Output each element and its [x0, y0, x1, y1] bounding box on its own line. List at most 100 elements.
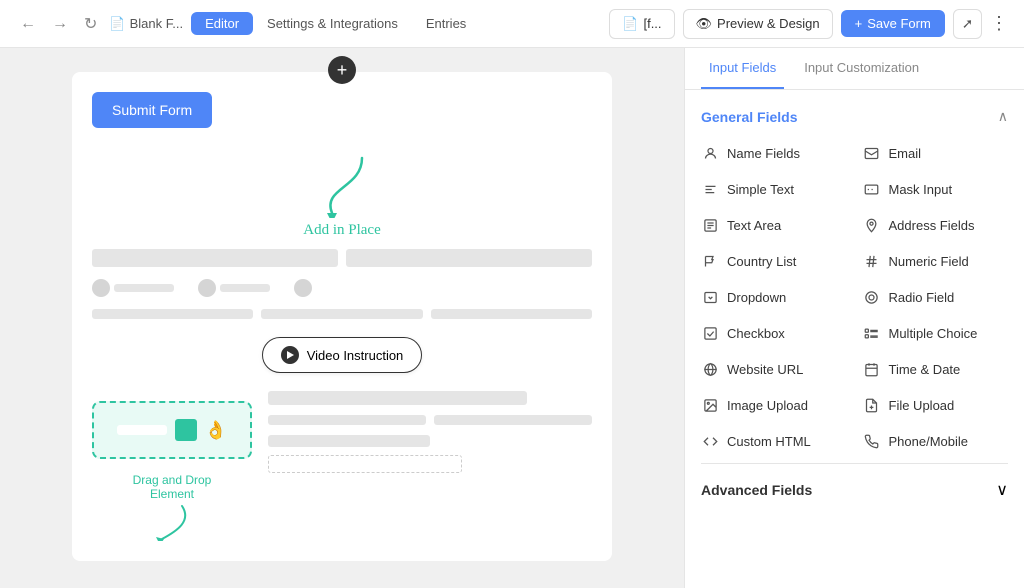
field-checkbox[interactable]: Checkbox: [693, 315, 855, 351]
arrow-svg: [282, 148, 402, 218]
file-small-icon: 📄: [622, 16, 638, 32]
tab-settings[interactable]: Settings & Integrations: [253, 12, 412, 35]
submit-form-button[interactable]: Submit Form: [92, 92, 212, 128]
dropdown-icon: [701, 288, 719, 306]
html-icon: [701, 432, 719, 450]
file-name: 📄 Blank F...: [109, 16, 183, 32]
bottom-section: 👌 Drag and Drop Element: [92, 391, 592, 541]
mock-field-2: [346, 249, 592, 267]
video-instruction-button[interactable]: Video Instruction: [262, 337, 423, 373]
field-website[interactable]: Website URL: [693, 351, 855, 387]
tab-input-fields[interactable]: Input Fields: [701, 48, 784, 89]
breadcrumb-button[interactable]: 📄 [f...: [609, 9, 674, 39]
field-address[interactable]: Address Fields: [855, 207, 1017, 243]
more-button[interactable]: ⋮: [990, 13, 1008, 34]
save-button[interactable]: + Save Form: [841, 10, 945, 37]
reload-button[interactable]: ↻: [80, 10, 101, 38]
field-custom-html[interactable]: Custom HTML: [693, 423, 855, 459]
drag-green-element: [175, 419, 197, 441]
field-numeric[interactable]: Numeric Field: [855, 243, 1017, 279]
expand-button[interactable]: ➚: [953, 9, 982, 39]
editor-area: + Submit Form Add in Place: [0, 48, 684, 588]
play-triangle: [287, 351, 294, 359]
drag-inner: 👌: [117, 419, 227, 441]
field-radio[interactable]: Radio Field: [855, 279, 1017, 315]
mock-icon-1: [92, 279, 110, 297]
mock-small-2: [261, 309, 422, 319]
field-email[interactable]: Email: [855, 135, 1017, 171]
play-icon: [281, 346, 299, 364]
image-icon: [701, 396, 719, 414]
field-file-upload[interactable]: File Upload: [855, 387, 1017, 423]
field-dropdown[interactable]: Dropdown: [693, 279, 855, 315]
plus-icon: +: [855, 16, 863, 31]
mock-wide-1: [268, 391, 527, 405]
field-name-fields[interactable]: Name Fields: [693, 135, 855, 171]
mock-text-2: [220, 284, 270, 292]
main-layout: + Submit Form Add in Place: [0, 48, 1024, 588]
advanced-fields-title: Advanced Fields: [701, 482, 812, 498]
field-image-upload[interactable]: Image Upload: [693, 387, 855, 423]
mock-icon-3: [294, 279, 312, 297]
preview-button[interactable]: 👁 Preview & Design: [683, 9, 833, 39]
mask-icon: [863, 180, 881, 198]
video-button-wrapper: Video Instruction: [92, 327, 592, 383]
mock-icon-row: [92, 275, 592, 301]
mock-field-1: [92, 249, 338, 267]
tab-entries[interactable]: Entries: [412, 12, 480, 35]
section-divider: [701, 463, 1008, 464]
right-panel: Input Fields Input Customization General…: [684, 48, 1024, 588]
general-fields-title: General Fields: [701, 109, 797, 125]
mock-col-1: [268, 415, 426, 425]
email-icon: [863, 144, 881, 162]
tab-editor[interactable]: Editor: [191, 12, 253, 35]
drag-label: Drag and Drop Element: [133, 473, 212, 501]
textarea-icon: [701, 216, 719, 234]
drag-section: 👌 Drag and Drop Element: [92, 391, 252, 541]
add-in-place-label: Add in Place: [303, 222, 380, 239]
calendar-icon: [863, 360, 881, 378]
phone-icon: [863, 432, 881, 450]
fields-grid: Name Fields Email Simple Text: [685, 135, 1024, 459]
field-mask-input[interactable]: Mask Input: [855, 171, 1017, 207]
add-field-button[interactable]: +: [328, 56, 356, 84]
radio-icon: [863, 288, 881, 306]
field-multiple-choice[interactable]: Multiple Choice: [855, 315, 1017, 351]
field-phone[interactable]: Phone/Mobile: [855, 423, 1017, 459]
field-country-list[interactable]: Country List: [693, 243, 855, 279]
checkbox-icon: [701, 324, 719, 342]
mock-icon-2: [198, 279, 216, 297]
field-simple-text[interactable]: Simple Text: [693, 171, 855, 207]
topbar-left: ← → ↻ 📄 Blank F... Editor Settings & Int…: [16, 10, 480, 38]
eye-icon: 👁: [696, 16, 713, 32]
add-in-place-area: Add in Place: [92, 148, 592, 239]
forward-button[interactable]: →: [48, 11, 72, 37]
mock-form-fields: [92, 249, 592, 319]
website-icon: [701, 360, 719, 378]
advanced-fields-section[interactable]: Advanced Fields ∨: [685, 468, 1024, 512]
mock-bottom-fields: [268, 435, 592, 473]
mock-small-3: [431, 309, 592, 319]
file-icon: 📄: [109, 16, 125, 32]
tab-input-customization[interactable]: Input Customization: [796, 48, 927, 89]
drag-drop-area[interactable]: 👌: [92, 401, 252, 459]
topbar-right: 📄 [f... 👁 Preview & Design + Save Form ➚…: [609, 9, 1008, 39]
mock-row-2: [92, 309, 592, 319]
mock-bottom-1: [268, 435, 430, 447]
mock-row-1: [92, 249, 592, 267]
mock-row-3: [268, 415, 592, 425]
flag-icon: [701, 252, 719, 270]
drag-arrow-svg: [142, 501, 202, 541]
mock-dashed: [268, 455, 462, 473]
field-datetime[interactable]: Time & Date: [855, 351, 1017, 387]
panel-body: General Fields ∧ Name Fields Email: [685, 90, 1024, 588]
panel-tabs: Input Fields Input Customization: [685, 48, 1024, 90]
drag-cursor-icon: 👌: [205, 420, 227, 441]
field-text-area[interactable]: Text Area: [693, 207, 855, 243]
topbar: ← → ↻ 📄 Blank F... Editor Settings & Int…: [0, 0, 1024, 48]
collapse-icon: ∧: [998, 108, 1008, 125]
general-fields-section[interactable]: General Fields ∧: [685, 98, 1024, 135]
topbar-tabs: Editor Settings & Integrations Entries: [191, 12, 480, 35]
form-canvas: + Submit Form Add in Place: [72, 72, 612, 561]
back-button[interactable]: ←: [16, 11, 40, 37]
